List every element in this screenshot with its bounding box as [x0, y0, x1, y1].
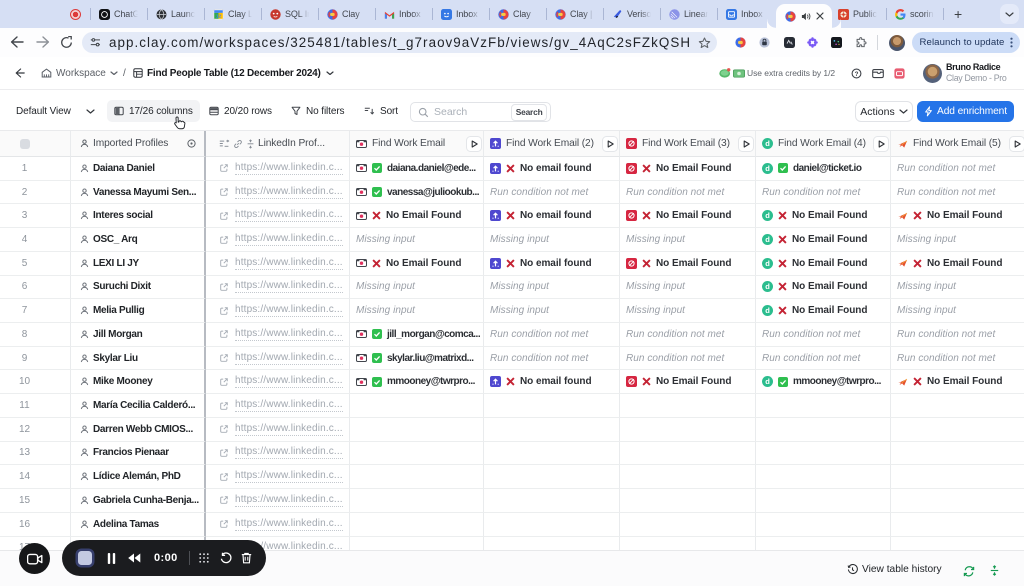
svg-text:d: d: [765, 139, 770, 148]
svg-text:d: d: [765, 259, 770, 268]
svg-text:d: d: [765, 378, 770, 387]
svg-text:12: 12: [216, 13, 222, 19]
svg-text:d: d: [765, 211, 770, 220]
svg-text:d: d: [765, 306, 770, 315]
svg-text:?: ?: [855, 70, 859, 77]
svg-text:d: d: [765, 283, 770, 292]
svg-text:d: d: [765, 235, 770, 244]
svg-text:d: d: [765, 164, 770, 173]
